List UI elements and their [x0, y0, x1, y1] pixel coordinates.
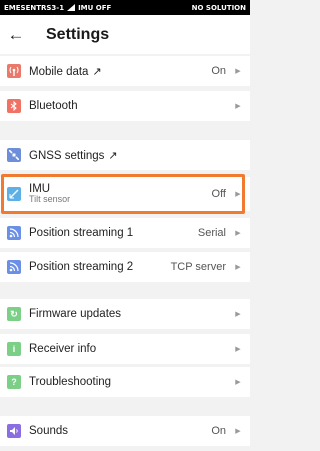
- settings-item-imu[interactable]: IMU Tilt sensor Off ▶: [0, 177, 250, 211]
- chevron-right-icon: ▶: [235, 191, 241, 198]
- settings-item-position-streaming-1[interactable]: Position streaming 1 Serial ▶: [0, 218, 250, 248]
- item-label: Position streaming 1: [29, 227, 134, 239]
- chevron-right-icon: ▶: [235, 379, 241, 386]
- back-arrow-icon[interactable]: ←: [1, 26, 31, 43]
- info-icon: i: [7, 342, 21, 356]
- settings-item-position-streaming-2[interactable]: Position streaming 2 TCP server ▶: [0, 252, 250, 282]
- settings-item-receiver-info[interactable]: i Receiver info ▶: [0, 334, 250, 364]
- item-value: On: [211, 425, 226, 437]
- item-label: Troubleshooting: [29, 376, 112, 388]
- chevron-right-icon: ▶: [235, 230, 241, 237]
- item-sublabel: Tilt sensor: [29, 194, 71, 205]
- item-label: Receiver info: [29, 343, 97, 355]
- bluetooth-icon: [7, 99, 21, 113]
- settings-item-troubleshooting[interactable]: ? Troubleshooting ▶: [0, 367, 250, 397]
- chevron-right-icon: ▶: [235, 428, 241, 435]
- settings-item-sounds[interactable]: Sounds On ▶: [0, 416, 250, 446]
- settings-item-firmware-updates[interactable]: ↻ Firmware updates ▶: [0, 299, 250, 329]
- chevron-right-icon: ▶: [235, 346, 241, 353]
- item-value: Off: [211, 188, 226, 200]
- chevron-right-icon: ▶: [235, 103, 241, 110]
- item-value: On: [211, 65, 226, 77]
- help-icon: ?: [7, 375, 21, 389]
- device-name: EMESENTRS3-1: [4, 3, 65, 12]
- settings-item-bluetooth[interactable]: Bluetooth ▶: [0, 91, 250, 121]
- satellite-icon: [7, 148, 21, 162]
- chevron-right-icon: ▶: [235, 68, 241, 75]
- item-label: Mobile data: [29, 65, 89, 78]
- streaming-icon: [7, 260, 21, 274]
- item-value: Serial: [197, 227, 226, 239]
- refresh-icon: ↻: [7, 307, 21, 321]
- external-link-icon: ↗: [108, 149, 118, 162]
- app-bar: ← Settings: [0, 15, 250, 54]
- external-link-icon: ↗: [92, 65, 102, 78]
- chevron-right-icon: ▶: [235, 264, 241, 271]
- settings-item-gnss[interactable]: GNSS settings ↗: [0, 140, 250, 170]
- chevron-right-icon: ▶: [235, 311, 241, 318]
- item-label: GNSS settings: [29, 149, 105, 162]
- settings-item-mobile-data[interactable]: Mobile data ↗ On ▶: [0, 56, 250, 86]
- item-label: Sounds: [29, 425, 69, 437]
- solution-status: NO SOLUTION: [191, 3, 246, 12]
- signal-icon: [67, 4, 76, 11]
- page-title: Settings: [46, 25, 110, 43]
- tilt-sensor-icon: [7, 187, 21, 201]
- antenna-icon: [7, 64, 21, 78]
- status-bar: EMESENTRS3-1 IMU OFF NO SOLUTION: [0, 0, 250, 15]
- item-label: Position streaming 2: [29, 261, 134, 273]
- speaker-icon: [7, 424, 21, 438]
- item-label: Firmware updates: [29, 308, 122, 320]
- streaming-icon: [7, 226, 21, 240]
- imu-status: IMU OFF: [78, 3, 112, 12]
- item-label: Bluetooth: [29, 100, 78, 112]
- item-value: TCP server: [170, 261, 226, 273]
